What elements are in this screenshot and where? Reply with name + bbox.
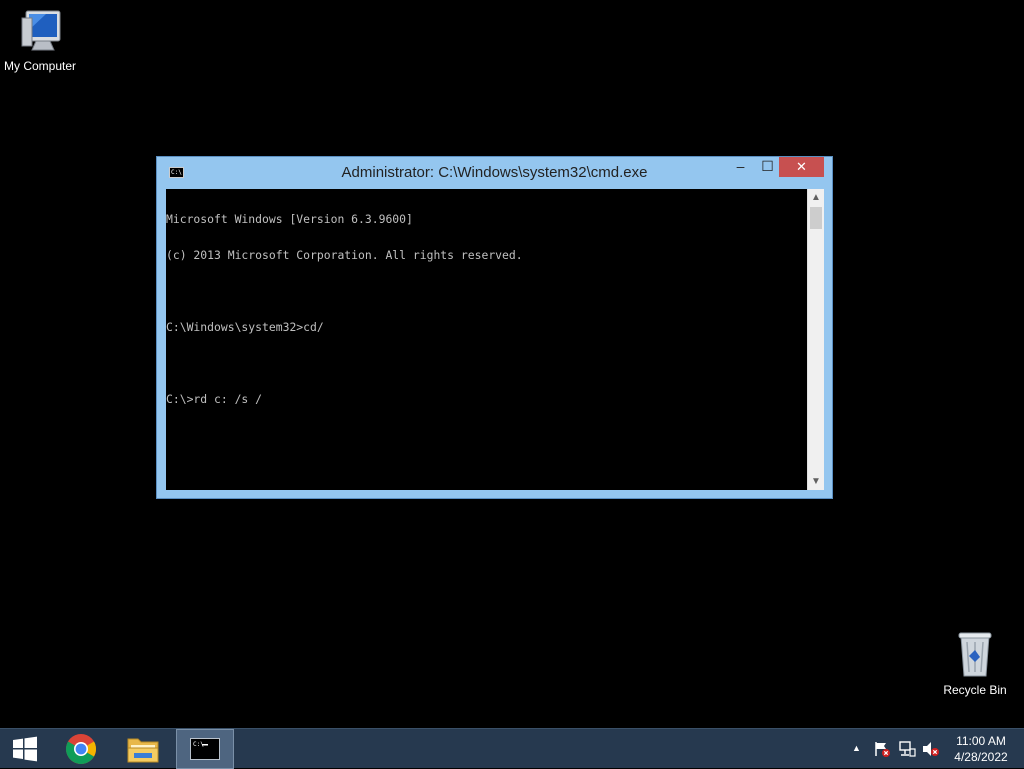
start-button[interactable] <box>0 729 50 769</box>
vertical-scrollbar[interactable]: ▲ ▼ <box>807 189 824 490</box>
system-clock[interactable]: 11:00 AM 4/28/2022 <box>945 733 1017 765</box>
console-output[interactable]: Microsoft Windows [Version 6.3.9600] (c)… <box>166 189 807 490</box>
desktop-icon-recycle-bin[interactable]: Recycle Bin <box>935 630 1015 697</box>
taskbar: C:\ ▲ 11:00 AM 4/28/2022 <box>0 728 1024 769</box>
recycle-bin-icon <box>958 632 992 677</box>
desktop-icon-label: Recycle Bin <box>943 683 1007 697</box>
maximize-button[interactable]: ☐ <box>754 157 781 177</box>
desktop-icon-label: My Computer <box>3 59 77 73</box>
cmd-window[interactable]: C:\ Administrator: C:\Windows\system32\c… <box>156 156 833 499</box>
console-line: C:\Windows\system32>cd/ <box>166 320 324 334</box>
computer-icon <box>21 10 61 51</box>
scroll-down-icon[interactable]: ▼ <box>808 473 824 490</box>
volume-muted-icon[interactable] <box>922 741 940 757</box>
action-center-flag-icon[interactable] <box>873 741 891 757</box>
minimize-button[interactable]: – <box>727 157 754 177</box>
scrollbar-thumb[interactable] <box>810 207 822 229</box>
window-titlebar[interactable]: C:\ Administrator: C:\Windows\system32\c… <box>157 157 832 188</box>
chrome-icon <box>65 734 97 765</box>
scroll-up-icon[interactable]: ▲ <box>808 189 824 206</box>
windows-logo-icon <box>13 736 37 762</box>
close-button[interactable]: ✕ <box>779 157 824 177</box>
cmd-icon: C:\ <box>190 738 220 760</box>
folder-icon <box>127 738 159 763</box>
desktop-icon-my-computer[interactable]: My Computer <box>0 8 80 73</box>
file-explorer-taskbar-button[interactable] <box>115 729 171 769</box>
network-icon[interactable] <box>898 741 916 757</box>
clock-date: 4/28/2022 <box>954 750 1008 764</box>
show-hidden-icons-button[interactable]: ▲ <box>852 743 861 753</box>
clock-time: 11:00 AM <box>956 734 1006 748</box>
console-prompt-line[interactable]: C:\>rd c: /s / <box>166 393 807 405</box>
console-line: (c) 2013 Microsoft Corporation. All righ… <box>166 248 523 262</box>
cmd-taskbar-button[interactable]: C:\ <box>176 729 234 769</box>
chrome-taskbar-button[interactable] <box>53 729 109 769</box>
console-line: Microsoft Windows [Version 6.3.9600] <box>166 212 413 226</box>
